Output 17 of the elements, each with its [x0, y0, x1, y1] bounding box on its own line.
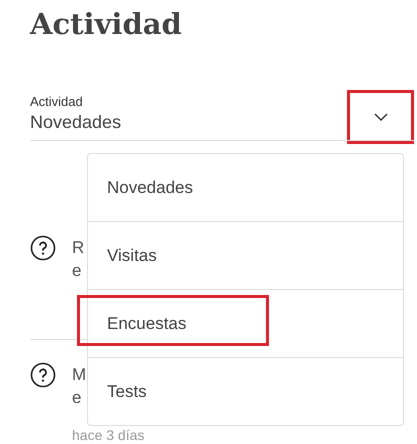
chevron-down-icon [374, 113, 388, 121]
activity-text: e [72, 388, 82, 407]
menu-option[interactable]: Encuestas [107, 314, 186, 334]
select-label: Actividad [30, 94, 84, 109]
menu-option[interactable]: Novedades [107, 178, 194, 198]
select-value: Novedades [30, 112, 122, 133]
page-title: Actividad [30, 6, 183, 43]
activity-time: hace 3 días [72, 428, 144, 443]
menu-option[interactable]: Visitas [107, 246, 157, 266]
help-icon [30, 362, 56, 388]
dropdown-toggle[interactable] [347, 90, 414, 144]
activity-text: M [72, 365, 86, 384]
help-icon [30, 235, 56, 261]
activity-text: R [72, 238, 84, 257]
menu-option[interactable]: Tests [107, 382, 147, 402]
activity-select[interactable]: Actividad Novedades [30, 82, 414, 144]
activity-text: e [72, 261, 82, 280]
